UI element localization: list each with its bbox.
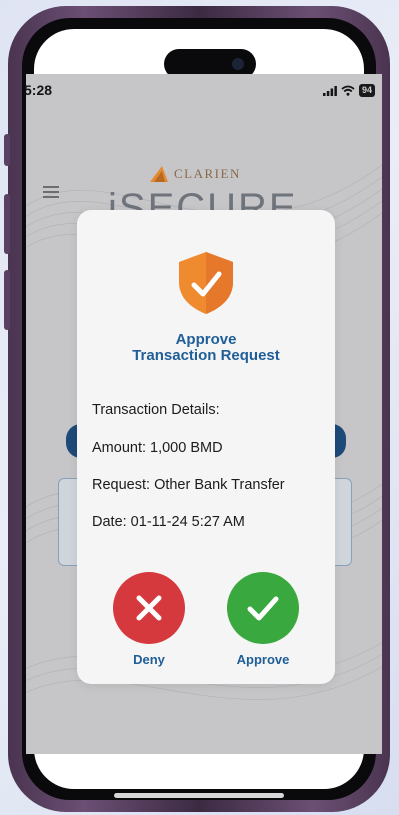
status-icons: 94: [322, 84, 375, 97]
deny-circle[interactable]: [113, 572, 185, 644]
home-indicator[interactable]: [114, 793, 284, 798]
dialog-title: Approve Transaction Request: [77, 332, 335, 364]
dialog-title-line2: Transaction Request: [132, 347, 280, 364]
volume-up-button: [4, 194, 10, 254]
hamburger-menu-icon[interactable]: [43, 186, 59, 201]
status-bar: 5:28 94: [24, 82, 375, 102]
wifi-icon: [341, 85, 355, 96]
mute-switch: [4, 134, 10, 166]
status-time: 5:28: [24, 82, 53, 98]
close-x-icon: [136, 595, 162, 621]
brand-logo: CLARIEN: [148, 164, 241, 184]
checkmark-icon: [247, 596, 279, 621]
dialog-title-line1: Approve: [175, 331, 237, 348]
shield-check-icon: [179, 252, 233, 314]
deny-label: Deny: [133, 652, 165, 667]
deny-button[interactable]: Deny: [109, 572, 189, 667]
amount-text: Amount: 1,000 BMD: [92, 440, 223, 456]
details-heading: Transaction Details:: [92, 402, 220, 418]
volume-down-button: [4, 270, 10, 330]
approve-circle[interactable]: [227, 572, 299, 644]
approve-button[interactable]: Approve: [223, 572, 303, 667]
date-text: Date: 01-11-24 5:27 AM: [92, 514, 245, 530]
approve-label: Approve: [236, 652, 290, 667]
clarien-logo-icon: [150, 166, 168, 182]
camera-lens: [232, 58, 244, 70]
request-text: Request: Other Bank Transfer: [92, 477, 285, 493]
brand-name: CLARIEN: [174, 166, 241, 181]
approve-transaction-dialog: Approve Transaction Request Transaction …: [77, 210, 335, 684]
signal-icon: [322, 85, 337, 96]
battery-indicator: 94: [358, 84, 375, 97]
